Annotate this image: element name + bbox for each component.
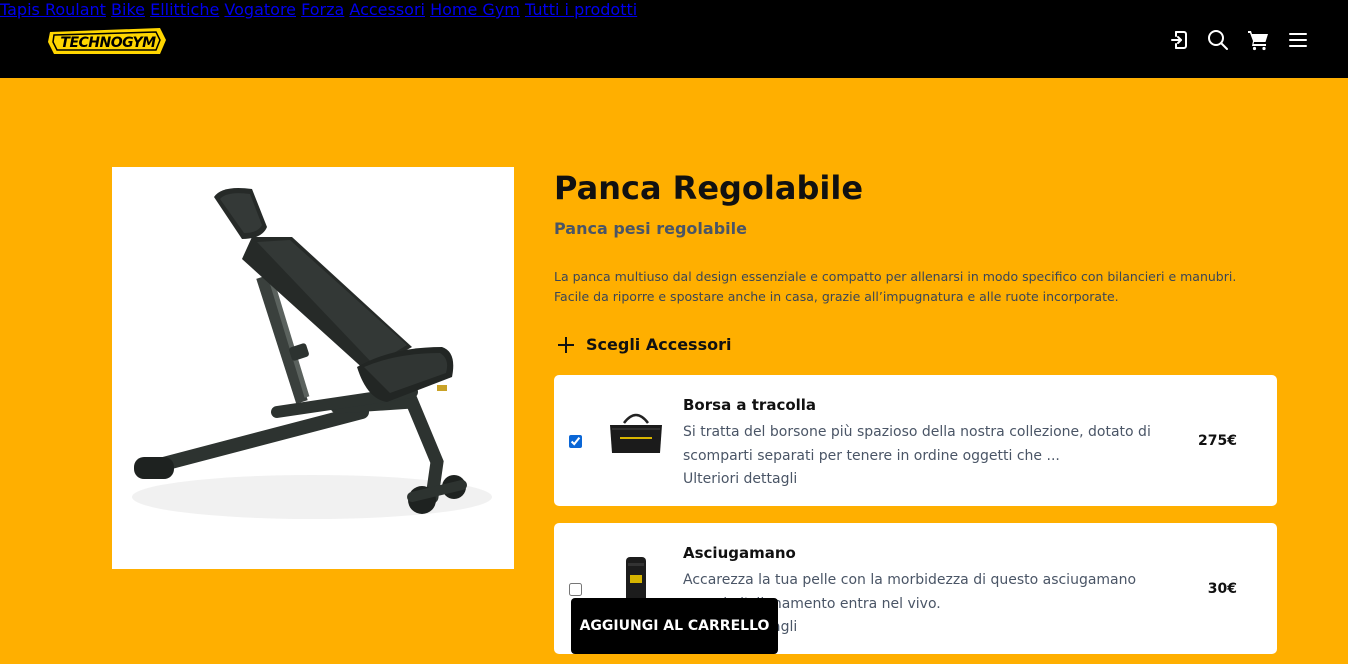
logo-text: TECHNOGYM [60,35,156,51]
product-description: La panca multiuso dal design essenziale … [554,269,1237,304]
accessory-checkbox-asciugamano[interactable] [569,583,582,596]
nav-accessori[interactable]: Accessori [349,0,425,19]
login-icon[interactable] [1167,28,1191,52]
nav-tutti-i-prodotti[interactable]: Tutti i prodotti [525,0,637,19]
nav-ellittiche[interactable]: Ellittiche [150,0,219,19]
accessory-details-link[interactable]: Ulteriori dettagli [683,469,797,489]
technogym-logo[interactable]: TECHNOGYM [48,26,168,58]
nav-bike[interactable]: Bike [111,0,145,19]
accessory-name: Asciugamano [683,544,796,562]
add-to-cart-button[interactable]: AGGIUNGI AL CARRELLO [571,598,778,654]
accessory-price: 275€ [1198,433,1237,449]
accessories-header: Scegli Accessori [586,335,732,354]
accessory-card-borsa: Borsa a tracolla Si tratta del borsone p… [554,375,1277,506]
accessory-name: Borsa a tracolla [683,396,817,414]
accessory-price: 30€ [1207,581,1237,597]
top-navigation-bar: TECHNOGYM Tapis Roulant Bike Ellittiche … [0,0,1348,78]
search-icon[interactable] [1206,28,1230,52]
product-title: Panca Regolabile [554,169,864,207]
nav-forza[interactable]: Forza [301,0,344,19]
nav-home-gym[interactable]: Home Gym [430,0,520,19]
nav-vogatore[interactable]: Vogatore [224,0,296,19]
bag-thumbnail [610,413,662,453]
nav-tapis-roulant[interactable]: Tapis Roulant [0,0,106,19]
accessory-checkbox-borsa[interactable] [569,435,582,448]
menu-icon[interactable] [1286,28,1310,52]
product-image [112,167,514,569]
cart-icon[interactable] [1246,28,1270,52]
plus-icon [558,337,574,353]
accessory-description: Si tratta del borsone più spazioso della… [683,424,1151,464]
product-subtitle: Panca pesi regolabile [554,219,747,238]
